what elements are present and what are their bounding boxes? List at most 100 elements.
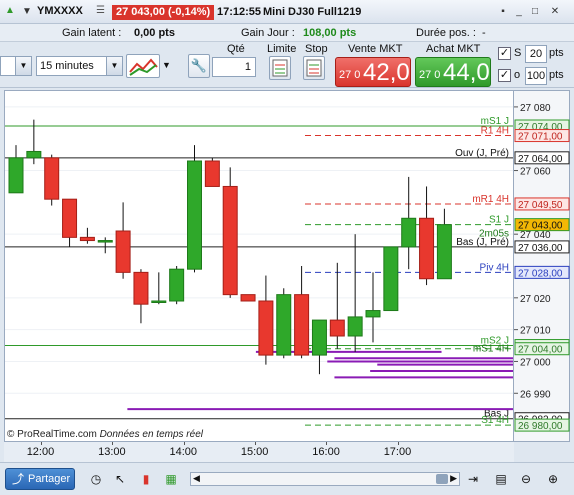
- limit-order-button[interactable]: [269, 56, 291, 80]
- horizontal-scrollbar[interactable]: ◀ ▶: [190, 472, 460, 486]
- gain-latent-label: Gain latent :: [62, 27, 122, 39]
- app-icon: ▲: [5, 5, 15, 16]
- cursor-icon[interactable]: ↖: [112, 471, 128, 487]
- bearish-candle: [294, 294, 310, 356]
- indicators-button[interactable]: [126, 54, 160, 78]
- wrench-icon: 🔧: [190, 58, 208, 73]
- o-checkbox[interactable]: ✓: [498, 69, 511, 82]
- y-tick-label: 27 020: [520, 294, 551, 305]
- sell-label: Vente MKT: [348, 43, 403, 55]
- zoom-out-icon[interactable]: ⊖: [518, 471, 534, 487]
- y-tick-label: 26 990: [520, 389, 551, 400]
- interval-value: 15 minutes: [40, 60, 94, 72]
- bullish-candle: [97, 240, 113, 243]
- indicators-dropdown-icon[interactable]: ▼: [162, 60, 171, 70]
- qty-input[interactable]: 1: [212, 57, 256, 77]
- candlestick-plot[interactable]: mS1 JR1 4HOuv (J, Pré)mR1 4HS1 JBas (J, …: [5, 91, 574, 441]
- stop-order-button[interactable]: [303, 56, 325, 80]
- last-price-badge: 27 043,00 (-0,14%): [112, 5, 215, 20]
- duree-label: Durée pos. :: [416, 27, 476, 39]
- clock-time: 17:12:55: [217, 6, 262, 18]
- autoscale-icon[interactable]: ▤: [493, 471, 509, 487]
- price-chart[interactable]: mS1 J R1 4H Ouv (J, Pré) mR1 4H S1 J Bas (J, …: [4, 90, 574, 442]
- gain-jour-value: 108,00 pts: [303, 27, 357, 39]
- chart-type-select[interactable]: ▼: [0, 56, 32, 76]
- x-tick: [254, 442, 256, 445]
- clock-icon[interactable]: ◷: [88, 471, 104, 487]
- duree-value: -: [482, 27, 486, 39]
- buy-market-button[interactable]: 27 0 44,0: [415, 57, 491, 87]
- gain-latent-value: 0,00 pts: [134, 27, 175, 39]
- bullish-candle: [347, 316, 363, 337]
- watermark-realtime-note: Données en temps réel: [99, 429, 203, 440]
- scroll-right-icon[interactable]: ▶: [450, 473, 457, 484]
- qty-label: Qté: [227, 43, 245, 55]
- bullish-candle: [169, 268, 185, 302]
- s-spin-input[interactable]: 20: [525, 45, 547, 63]
- x-tick-label: 15:00: [240, 446, 269, 458]
- price-tag-label: 27 043,00: [518, 221, 563, 232]
- bearish-candle: [115, 230, 131, 273]
- minimize-icon[interactable]: _: [512, 5, 526, 19]
- position-info-bar: Gain latent : 0,00 pts Gain Jour : 108,0…: [0, 24, 574, 42]
- bullish-candle: [187, 160, 202, 270]
- o-spin-input[interactable]: 100: [525, 67, 547, 85]
- price-tag-label: 27 036,00: [518, 243, 563, 254]
- chevron-down-icon: ▼: [106, 57, 122, 75]
- level-label: S1 4H: [481, 415, 509, 426]
- close-icon[interactable]: ✕: [548, 5, 562, 19]
- maximize-icon[interactable]: □: [528, 5, 542, 19]
- gain-jour-label: Gain Jour :: [241, 27, 295, 39]
- o-unit: pts: [549, 69, 564, 81]
- sell-price-big: 42,0: [363, 59, 410, 86]
- y-tick-label: 27 040: [520, 230, 551, 241]
- share-label: Partager: [28, 473, 71, 485]
- candles-icon[interactable]: ▮: [138, 471, 154, 487]
- pin-icon[interactable]: ▪: [496, 5, 510, 19]
- x-tick-label: 17:00: [383, 446, 412, 458]
- list-icon[interactable]: ☰: [96, 5, 105, 16]
- symbol-label[interactable]: YMXXXX: [37, 5, 83, 17]
- interval-select[interactable]: 15 minutes ▼: [36, 56, 123, 76]
- level-label: mR1 4H: [472, 194, 509, 205]
- share-button[interactable]: ⤴ Partager: [5, 468, 75, 490]
- bearish-candle: [133, 271, 149, 305]
- price-tag-label: 26 980,00: [518, 421, 563, 432]
- scroll-thumb[interactable]: [436, 474, 448, 484]
- s-checkbox[interactable]: ✓: [498, 47, 511, 60]
- chevron-down-icon: ▼: [15, 57, 31, 75]
- bearish-candle: [62, 198, 78, 238]
- x-tick-label: 12:00: [26, 446, 55, 458]
- bearish-candle: [79, 236, 95, 242]
- x-tick: [326, 442, 328, 445]
- bearish-candle: [258, 300, 274, 356]
- title-bar: ▲ ▼ YMXXXX ☰ 27 043,00 (-0,14%) 17:12:55…: [0, 0, 574, 24]
- indicators-icon: [129, 58, 158, 76]
- prorealtime-window: ▲ ▼ YMXXXX ☰ 27 043,00 (-0,14%) 17:12:55…: [0, 0, 574, 495]
- y-tick-label: 27 000: [520, 357, 551, 368]
- time-axis: 12:00 13:00 14:00 15:00 16:00 17:00: [4, 442, 514, 462]
- x-tick-label: 16:00: [312, 446, 340, 458]
- watermark: © ProRealTime.com Données en temps réel: [7, 429, 203, 440]
- price-tag-label: 27 004,00: [518, 345, 563, 356]
- s-unit: pts: [549, 47, 564, 59]
- zoom-in-icon[interactable]: ⊕: [545, 471, 561, 487]
- scroll-end-icon[interactable]: ⇥: [465, 471, 481, 487]
- price-axis[interactable]: 27 080 27 060 27 040 27 020 27 010 27 000 26 9…: [514, 90, 570, 442]
- level-label: Piv 4H: [480, 262, 509, 273]
- symbol-dropdown-icon[interactable]: ▼: [22, 6, 32, 17]
- bullish-candle: [401, 217, 417, 248]
- bearish-candle: [222, 185, 238, 296]
- bearish-candle: [204, 160, 220, 187]
- watermark-copyright: © ProRealTime.com: [7, 429, 97, 440]
- scroll-left-icon[interactable]: ◀: [193, 473, 200, 484]
- price-tag-label: 27 028,00: [518, 268, 563, 279]
- sell-market-button[interactable]: 27 0 42,0: [335, 57, 411, 87]
- bearish-candle: [329, 319, 345, 337]
- buy-price-small: 27 0: [419, 69, 441, 81]
- wrench-button[interactable]: 🔧: [188, 54, 210, 78]
- x-tick: [183, 442, 185, 445]
- bullish-candle: [436, 224, 452, 280]
- bars-icon[interactable]: ▦: [163, 471, 179, 487]
- price-axis-scale: 27 080 27 060 27 040 27 020 27 010 27 000 26 9…: [514, 103, 570, 432]
